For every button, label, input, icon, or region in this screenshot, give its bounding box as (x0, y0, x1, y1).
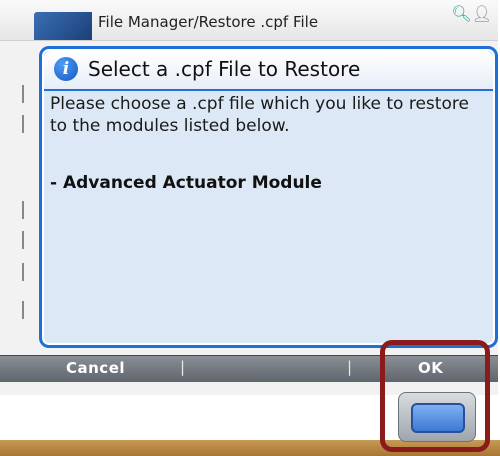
list-item (22, 85, 36, 103)
list-item (22, 263, 36, 281)
highlight-box (380, 340, 490, 452)
list-item (22, 201, 36, 219)
softkey-separator: | (347, 358, 353, 376)
dialog-title: Select a .cpf File to Restore (88, 57, 361, 81)
module-list-item: - Advanced Actuator Module (50, 173, 322, 193)
dialog-header: i Select a .cpf File to Restore (44, 51, 493, 91)
user-icon: 👤︎ (471, 4, 492, 23)
list-item (22, 231, 36, 249)
softkey-separator: | (180, 358, 186, 376)
list-item (22, 301, 36, 319)
title-bar: File Manager/Restore .cpf File 🔍︎👤︎ (0, 0, 498, 41)
app-logo-icon (34, 12, 92, 40)
background-list (0, 41, 38, 341)
dialog-message: Please choose a .cpf file which you like… (50, 94, 469, 136)
list-item (22, 115, 36, 133)
cancel-button[interactable]: Cancel (66, 359, 125, 377)
status-icons: 🔍︎👤︎ (451, 4, 492, 23)
device-screen: File Manager/Restore .cpf File 🔍︎👤︎ i Se… (0, 0, 498, 395)
search-icon: 🔍︎ (451, 4, 472, 23)
info-icon: i (54, 57, 78, 81)
restore-dialog: i Select a .cpf File to Restore Please c… (39, 46, 498, 348)
window-title: File Manager/Restore .cpf File (98, 13, 319, 31)
